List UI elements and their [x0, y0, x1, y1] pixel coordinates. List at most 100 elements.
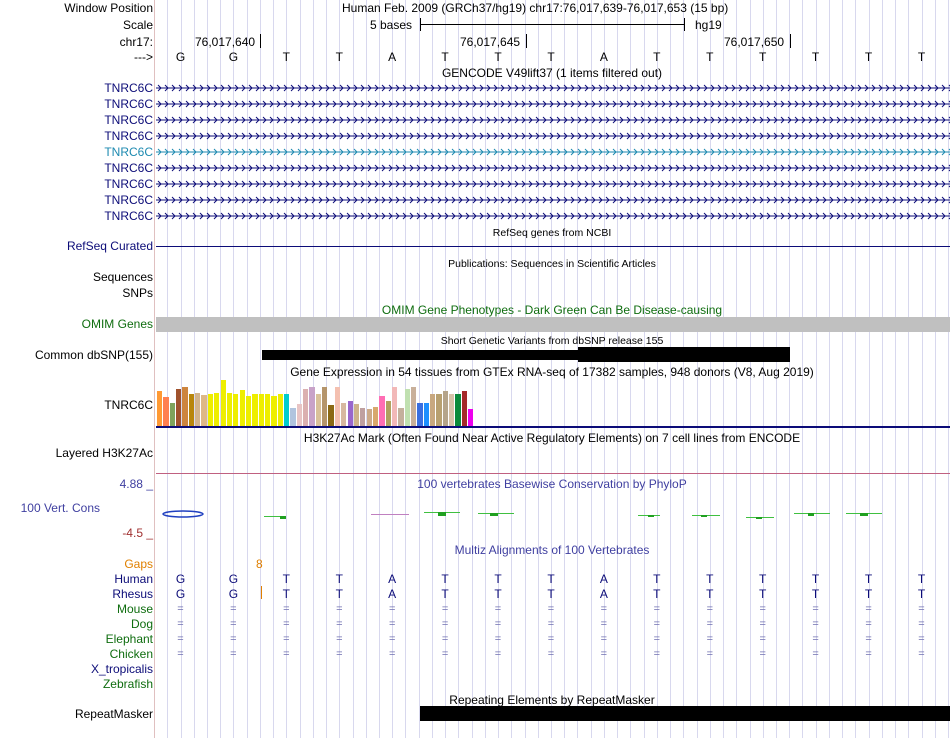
gtex-tissue-bar[interactable] — [195, 393, 201, 426]
genome-browser-image[interactable]: Window Position Human Feb. 2009 (GRCh37/… — [0, 0, 950, 738]
omim-label[interactable]: OMIM Genes — [82, 317, 153, 331]
gtex-tissue-bar[interactable] — [334, 387, 341, 426]
gtex-tissue-bar[interactable] — [258, 394, 264, 426]
gencode-transcript[interactable] — [156, 83, 950, 93]
repeatmasker-element[interactable] — [420, 706, 950, 721]
omim-title[interactable]: OMIM Gene Phenotypes - Dark Green Can Be… — [382, 303, 722, 317]
multiz-species-label[interactable]: Zebrafish — [103, 677, 153, 691]
gtex-tissue-bar[interactable] — [404, 389, 410, 426]
gtex-tissue-bar[interactable] — [201, 395, 207, 426]
multiz-gaps-label[interactable]: Gaps — [124, 557, 153, 571]
gtex-tissue-bar[interactable] — [207, 394, 214, 426]
publications-title[interactable]: Publications: Sequences in Scientific Ar… — [448, 257, 656, 271]
gtex-tissue-bar[interactable] — [252, 394, 258, 426]
gencode-transcript[interactable] — [156, 115, 950, 125]
publications-sequences-label[interactable]: Sequences — [93, 270, 153, 284]
gtex-tissue-bar[interactable] — [385, 401, 391, 426]
gtex-tissue-bar[interactable] — [430, 394, 436, 426]
refseq-label[interactable]: RefSeq Curated — [67, 239, 153, 253]
gtex-tissue-bar[interactable] — [264, 394, 271, 426]
multiz-title[interactable]: Multiz Alignments of 100 Vertebrates — [455, 543, 650, 557]
phylop-title[interactable]: 100 vertebrates Basewise Conservation by… — [417, 477, 686, 491]
gencode-transcript[interactable] — [156, 195, 950, 205]
gtex-tissue-bar[interactable] — [188, 394, 195, 426]
gtex-tissue-bar[interactable] — [360, 408, 366, 426]
refseq-gene-line[interactable] — [156, 246, 950, 247]
dbsnp-variant-2[interactable] — [578, 347, 790, 362]
gtex-tissue-bar[interactable] — [245, 396, 252, 426]
gtex-tissue-bar[interactable] — [176, 389, 182, 426]
h3k27ac-title[interactable]: H3K27Ac Mark (Often Found Near Active Re… — [304, 431, 800, 445]
gtex-tissue-bar[interactable] — [411, 387, 417, 426]
gtex-tissue-bar[interactable] — [442, 391, 449, 426]
dbsnp-label[interactable]: Common dbSNP(155) — [35, 348, 153, 362]
gtex-tissue-bar[interactable] — [157, 391, 163, 426]
gtex-tissue-bar[interactable] — [372, 407, 379, 426]
repeatmasker-label[interactable]: RepeatMasker — [75, 707, 153, 721]
gencode-gene-label[interactable]: TNRC6C — [104, 161, 153, 175]
gencode-transcript[interactable] — [156, 211, 950, 221]
gtex-tissue-bar[interactable] — [284, 394, 290, 426]
gtex-tissue-bar[interactable] — [423, 403, 429, 426]
phylop-plot[interactable] — [156, 500, 950, 530]
repeatmasker-title[interactable]: Repeating Elements by RepeatMasker — [449, 693, 654, 707]
gtex-label[interactable]: TNRC6C — [104, 398, 153, 412]
gtex-tissue-bar[interactable] — [182, 387, 188, 426]
gtex-tissue-bar[interactable] — [366, 409, 372, 426]
multiz-species-label[interactable]: X_tropicalis — [91, 662, 153, 676]
gtex-tissue-bar[interactable] — [341, 403, 347, 426]
gtex-tissue-bar[interactable] — [309, 387, 315, 426]
gencode-gene-label[interactable]: TNRC6C — [104, 145, 153, 159]
multiz-species-label[interactable]: Mouse — [117, 602, 153, 616]
multiz-species-label[interactable]: Human — [114, 572, 153, 586]
gtex-tissue-bar[interactable] — [226, 393, 233, 426]
multiz-species-label[interactable]: Chicken — [110, 647, 153, 661]
gtex-tissue-bar[interactable] — [468, 409, 474, 426]
gtex-tissue-bar[interactable] — [296, 404, 302, 426]
gtex-tissue-bar[interactable] — [398, 408, 404, 426]
gtex-tissue-bar[interactable] — [347, 401, 353, 426]
gtex-tissue-bar[interactable] — [353, 404, 360, 426]
multiz-species-label[interactable]: Dog — [131, 617, 153, 631]
gtex-tissue-bar[interactable] — [391, 387, 398, 426]
gencode-gene-label[interactable]: TNRC6C — [104, 129, 153, 143]
gtex-tissue-bar[interactable] — [315, 394, 322, 426]
publications-snps-label[interactable]: SNPs — [122, 286, 153, 300]
phylop-label[interactable]: 100 Vert. Cons — [21, 501, 100, 515]
gtex-tissue-bar[interactable] — [239, 390, 245, 426]
gtex-tissue-bar[interactable] — [379, 396, 385, 426]
gtex-tissue-bar[interactable] — [290, 408, 296, 426]
gtex-tissue-bar[interactable] — [233, 394, 239, 426]
gencode-gene-label[interactable]: TNRC6C — [104, 209, 153, 223]
gtex-tissue-bar[interactable] — [220, 380, 226, 426]
gtex-tissue-bar[interactable] — [163, 397, 169, 426]
gencode-gene-label[interactable]: TNRC6C — [104, 81, 153, 95]
gtex-tissue-bar[interactable] — [455, 394, 461, 426]
gencode-transcript[interactable] — [156, 131, 950, 141]
gtex-tissue-bar[interactable] — [303, 389, 309, 426]
gencode-transcript[interactable] — [156, 163, 950, 173]
gtex-tissue-bar[interactable] — [271, 396, 277, 426]
gtex-tissue-bar[interactable] — [169, 403, 175, 426]
refseq-title[interactable]: RefSeq genes from NCBI — [493, 226, 611, 240]
h3k27ac-label[interactable]: Layered H3K27Ac — [56, 446, 153, 460]
gencode-gene-label[interactable]: TNRC6C — [104, 113, 153, 127]
gtex-tissue-bar[interactable] — [449, 394, 455, 426]
multiz-species-label[interactable]: Rhesus — [112, 587, 153, 601]
gtex-title[interactable]: Gene Expression in 54 tissues from GTEx … — [290, 365, 814, 379]
gtex-tissue-bar[interactable] — [417, 403, 423, 426]
gtex-tissue-bar[interactable] — [436, 394, 442, 426]
gtex-tissue-bar[interactable] — [461, 391, 468, 426]
gencode-transcript[interactable] — [156, 179, 950, 189]
multiz-species-label[interactable]: Elephant — [106, 632, 153, 646]
gtex-tissue-bar[interactable] — [277, 394, 283, 426]
dbsnp-variant-1[interactable] — [262, 350, 582, 360]
omim-feature-bar[interactable] — [156, 317, 950, 332]
gencode-title[interactable]: GENCODE V49lift37 (1 items filtered out) — [442, 66, 662, 80]
gencode-gene-label[interactable]: TNRC6C — [104, 177, 153, 191]
gencode-gene-label[interactable]: TNRC6C — [104, 193, 153, 207]
gencode-transcript[interactable] — [156, 99, 950, 109]
gtex-tissue-bar[interactable] — [328, 405, 334, 426]
dbsnp-title[interactable]: Short Genetic Variants from dbSNP releas… — [441, 334, 664, 348]
gencode-transcript[interactable] — [156, 147, 950, 157]
